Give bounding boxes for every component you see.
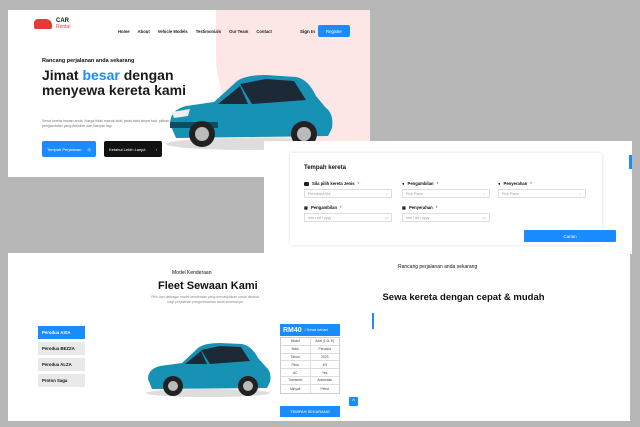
nav-vehicle-models[interactable]: Vehicle Models — [158, 29, 188, 34]
table-row: Mark Perodua — [281, 345, 339, 354]
fleet-panel: Model Kenderaan Fleet Sewaan Kami Pilih … — [8, 253, 630, 421]
plan-title: Sewa kereta dengan cepat & mudah — [382, 292, 545, 303]
tab-proton-saga[interactable]: Proton Saga — [38, 374, 85, 387]
fleet-subtitle: Model Kenderaan — [172, 270, 212, 276]
pickup-location-select[interactable]: Pick Place ⌄ — [402, 189, 490, 198]
fleet-title: Fleet Sewaan Kami — [158, 280, 258, 292]
learn-more-button[interactable]: Ketahui Lebih Lanjut › — [104, 141, 162, 157]
nav-home[interactable]: Home — [118, 29, 130, 34]
price-value: RM40 — [283, 326, 302, 334]
table-row: Minyak Petrol — [281, 384, 339, 393]
chevron-down-icon: ⌄ — [482, 191, 486, 196]
car-type-field: Sila pilih kereta Jenis * Perodua AXIA ⌄ — [304, 181, 392, 198]
scrollbar-accent — [372, 313, 374, 329]
price-unit: / Sewa sehari — [304, 328, 328, 332]
calendar-icon: ▦ — [402, 205, 406, 210]
location-pin-icon: ● — [498, 181, 501, 186]
check-circle-icon: ◎ — [87, 146, 92, 152]
scrollbar-accent — [629, 155, 632, 169]
plan-subtitle: Rancang perjalanan anda sekarang — [398, 264, 478, 270]
dropoff-date-input[interactable]: mm / dd / yyyy ▭ — [402, 213, 490, 222]
hero-car-image — [166, 75, 333, 150]
arrow-up-icon: ^ — [352, 398, 355, 405]
search-button[interactable]: Carian — [524, 230, 616, 242]
location-pin-icon: ● — [402, 181, 405, 186]
register-button[interactable]: Register — [318, 25, 350, 37]
table-row: Model Axia (1.0L E) — [281, 338, 339, 346]
chevron-down-icon: ⌄ — [578, 191, 582, 196]
calendar-icon: ▦ — [304, 205, 308, 210]
booking-panel: Tempah kereta Sila pilih kereta Jenis * P… — [264, 141, 632, 254]
price-header: RM40/ Sewa sehari — [280, 324, 340, 336]
pickup-date-input[interactable]: mm / dd / yyyy ▭ — [304, 213, 392, 222]
signin-link[interactable]: Sign In — [300, 29, 315, 34]
chevron-down-icon: ⌄ — [384, 191, 388, 196]
pickup-location-field: ● Pengambilan * Pick Place ⌄ — [402, 181, 490, 198]
tab-perodua-axia[interactable]: Perodua AXIA — [38, 326, 85, 339]
dropoff-location-select[interactable]: Pick Place ⌄ — [498, 189, 586, 198]
car-icon — [304, 181, 309, 186]
model-tabs: Perodua AXIA Perodua BEZZA Perodua ALZA … — [38, 326, 85, 390]
nav-contact[interactable]: Contact — [256, 29, 272, 34]
tab-perodua-alza[interactable]: Perodua ALZA — [38, 358, 85, 371]
calendar-icon: ▭ — [384, 215, 388, 220]
table-row: Tahun 2023 — [281, 353, 339, 362]
pickup-date-field: ▦ Pengambilan * mm / dd / yyyy ▭ — [304, 205, 392, 222]
nav-testimonials[interactable]: Testimonials — [196, 29, 221, 34]
logo-subtitle: Rental — [56, 24, 71, 30]
nav-our-team[interactable]: Our Team — [229, 29, 248, 34]
book-ride-button[interactable]: Tempah Perjalanan ◎ — [42, 141, 96, 157]
table-row: AC Yes — [281, 369, 339, 377]
hero-tagline: Rancang perjalanan anda sekarang — [42, 58, 135, 64]
booking-card: Tempah kereta Sila pilih kereta Jenis * P… — [290, 153, 616, 245]
spec-table: Model Axia (1.0L E) Mark Perodua Tahun 2023… — [280, 337, 340, 394]
scroll-top-button[interactable]: ^ — [349, 397, 358, 406]
table-row: Pintu 4/5 — [281, 361, 339, 370]
booking-title: Tempah kereta — [304, 165, 346, 171]
car-type-select[interactable]: Perodua AXIA ⌄ — [304, 189, 392, 198]
table-row: Transmisi Automatic — [281, 376, 339, 385]
dropoff-date-field: ▦ Penyerahan * mm / dd / yyyy ▭ — [402, 205, 490, 222]
tab-perodua-bezza[interactable]: Perodua BEZZA — [38, 342, 85, 355]
dropoff-location-field: ● Penyerahan * Pick Place ⌄ — [498, 181, 586, 198]
logo[interactable]: CAR Rental — [34, 18, 70, 30]
main-nav: Home About Vehicle Models Testimonials O… — [118, 29, 272, 34]
car-logo-icon — [34, 19, 52, 29]
headline-highlight: besar — [82, 67, 120, 83]
fleet-car-image — [146, 343, 271, 397]
calendar-icon: ▭ — [482, 215, 486, 220]
hero-description: Sewa kereta impian anda. Harga tidak mas… — [42, 119, 170, 128]
book-now-button[interactable]: TEMPAH SEKARANG — [280, 406, 340, 417]
fleet-description: Pilih dari pelbagai model kenderaan yang… — [151, 295, 259, 304]
nav-about[interactable]: About — [138, 29, 150, 34]
